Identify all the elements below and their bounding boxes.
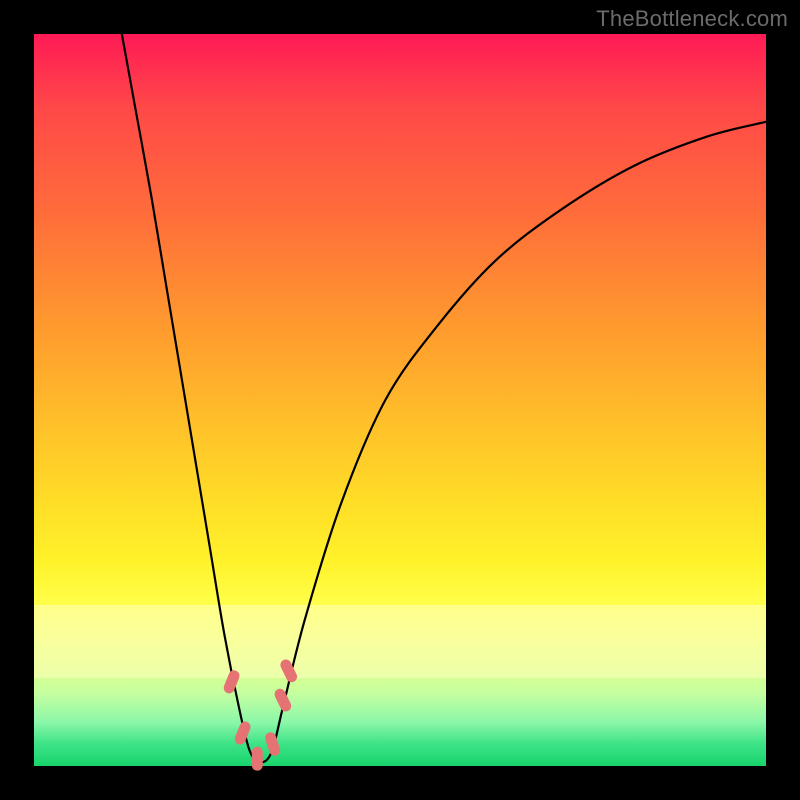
chart-svg	[34, 34, 766, 766]
curve-marker	[264, 731, 282, 757]
watermark-text: TheBottleneck.com	[596, 6, 788, 32]
plot-area	[34, 34, 766, 766]
chart-frame: TheBottleneck.com	[0, 0, 800, 800]
curve-marker	[273, 687, 293, 713]
band-layer	[34, 605, 766, 678]
curve-marker	[233, 720, 252, 746]
acceptable-band	[34, 605, 766, 678]
curve-marker	[252, 747, 263, 771]
